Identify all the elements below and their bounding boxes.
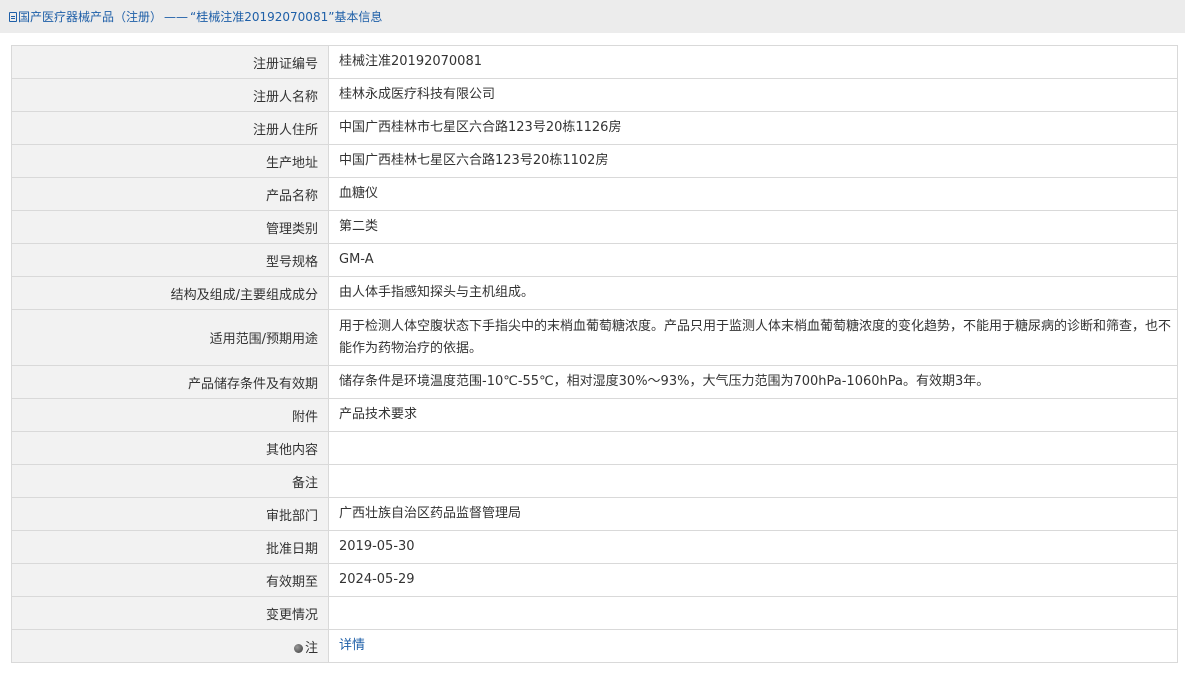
field-value: 广西壮族自治区药品监督管理局 bbox=[328, 497, 1178, 531]
field-value bbox=[328, 431, 1178, 465]
field-label: 其他内容 bbox=[11, 431, 329, 465]
field-value bbox=[328, 596, 1178, 630]
table-row: 管理类别 第二类 bbox=[11, 210, 1178, 244]
field-label: 有效期至 bbox=[11, 563, 329, 597]
table-row: 结构及组成/主要组成成分 由人体手指感知探头与主机组成。 bbox=[11, 276, 1178, 310]
field-label: 产品名称 bbox=[11, 177, 329, 211]
table-row: 变更情况 bbox=[11, 596, 1178, 630]
breadcrumb-category[interactable]: 国产医疗器械产品（注册） bbox=[18, 10, 162, 24]
table-row: 审批部门 广西壮族自治区药品监督管理局 bbox=[11, 497, 1178, 531]
field-value: 第二类 bbox=[328, 210, 1178, 244]
field-value: 由人体手指感知探头与主机组成。 bbox=[328, 276, 1178, 310]
field-value: 2024-05-29 bbox=[328, 563, 1178, 597]
field-value: 中国广西桂林市七星区六合路123号20栋1126房 bbox=[328, 111, 1178, 145]
field-label: 管理类别 bbox=[11, 210, 329, 244]
document-icon bbox=[9, 12, 17, 22]
field-label: 注册人名称 bbox=[11, 78, 329, 112]
field-label: 生产地址 bbox=[11, 144, 329, 178]
field-label: 型号规格 bbox=[11, 243, 329, 277]
field-label: 产品储存条件及有效期 bbox=[11, 365, 329, 399]
breadcrumb-record-title: “桂械注准20192070081”基本信息 bbox=[190, 10, 383, 24]
table-row: 产品名称 血糖仪 bbox=[11, 177, 1178, 211]
field-label: 结构及组成/主要组成成分 bbox=[11, 276, 329, 310]
table-row: 批准日期 2019-05-30 bbox=[11, 530, 1178, 564]
field-value: 中国广西桂林七星区六合路123号20栋1102房 bbox=[328, 144, 1178, 178]
field-value: 用于检测人体空腹状态下手指尖中的末梢血葡萄糖浓度。产品只用于监测人体末梢血葡萄糖… bbox=[328, 309, 1178, 366]
table-row: 有效期至 2024-05-29 bbox=[11, 563, 1178, 597]
field-value: 桂林永成医疗科技有限公司 bbox=[328, 78, 1178, 112]
field-label: 注册证编号 bbox=[11, 45, 329, 79]
field-label: 批准日期 bbox=[11, 530, 329, 564]
breadcrumb: 国产医疗器械产品（注册） —— “桂械注准20192070081”基本信息 bbox=[0, 0, 1185, 33]
field-label: 附件 bbox=[11, 398, 329, 432]
table-row: 注册人名称 桂林永成医疗科技有限公司 bbox=[11, 78, 1178, 112]
note-label-text: 注 bbox=[304, 640, 318, 656]
table-row: 产品储存条件及有效期 储存条件是环境温度范围-10℃-55℃，相对湿度30%～9… bbox=[11, 365, 1178, 399]
field-value: 血糖仪 bbox=[328, 177, 1178, 211]
field-value: GM-A bbox=[328, 243, 1178, 277]
field-value: 桂械注准20192070081 bbox=[328, 45, 1178, 79]
field-label: 变更情况 bbox=[11, 596, 329, 630]
field-label: 备注 bbox=[11, 464, 329, 498]
field-label: 注册人住所 bbox=[11, 111, 329, 145]
note-row: 注 详情 bbox=[11, 629, 1178, 663]
table-row: 附件 产品技术要求 bbox=[11, 398, 1178, 432]
field-value: 储存条件是环境温度范围-10℃-55℃，相对湿度30%～93%，大气压力范围为7… bbox=[328, 365, 1178, 399]
details-link[interactable]: 详情 bbox=[339, 638, 365, 653]
table-row: 注册人住所 中国广西桂林市七星区六合路123号20栋1126房 bbox=[11, 111, 1178, 145]
field-value: 2019-05-30 bbox=[328, 530, 1178, 564]
note-value: 详情 bbox=[328, 629, 1178, 663]
field-value: 产品技术要求 bbox=[328, 398, 1178, 432]
table-row: 生产地址 中国广西桂林七星区六合路123号20栋1102房 bbox=[11, 144, 1178, 178]
field-label: 审批部门 bbox=[11, 497, 329, 531]
note-icon bbox=[293, 643, 303, 653]
table-row: 其他内容 bbox=[11, 431, 1178, 465]
table-row: 型号规格 GM-A bbox=[11, 243, 1178, 277]
note-label: 注 bbox=[11, 629, 329, 663]
table-row: 备注 bbox=[11, 464, 1178, 498]
field-value bbox=[328, 464, 1178, 498]
field-label: 适用范围/预期用途 bbox=[11, 309, 329, 366]
breadcrumb-separator: —— bbox=[164, 10, 189, 24]
table-row: 适用范围/预期用途 用于检测人体空腹状态下手指尖中的末梢血葡萄糖浓度。产品只用于… bbox=[11, 309, 1178, 366]
table-row: 注册证编号 桂械注准20192070081 bbox=[11, 45, 1178, 79]
registration-info-table: 注册证编号 桂械注准20192070081 注册人名称 桂林永成医疗科技有限公司… bbox=[11, 45, 1178, 663]
